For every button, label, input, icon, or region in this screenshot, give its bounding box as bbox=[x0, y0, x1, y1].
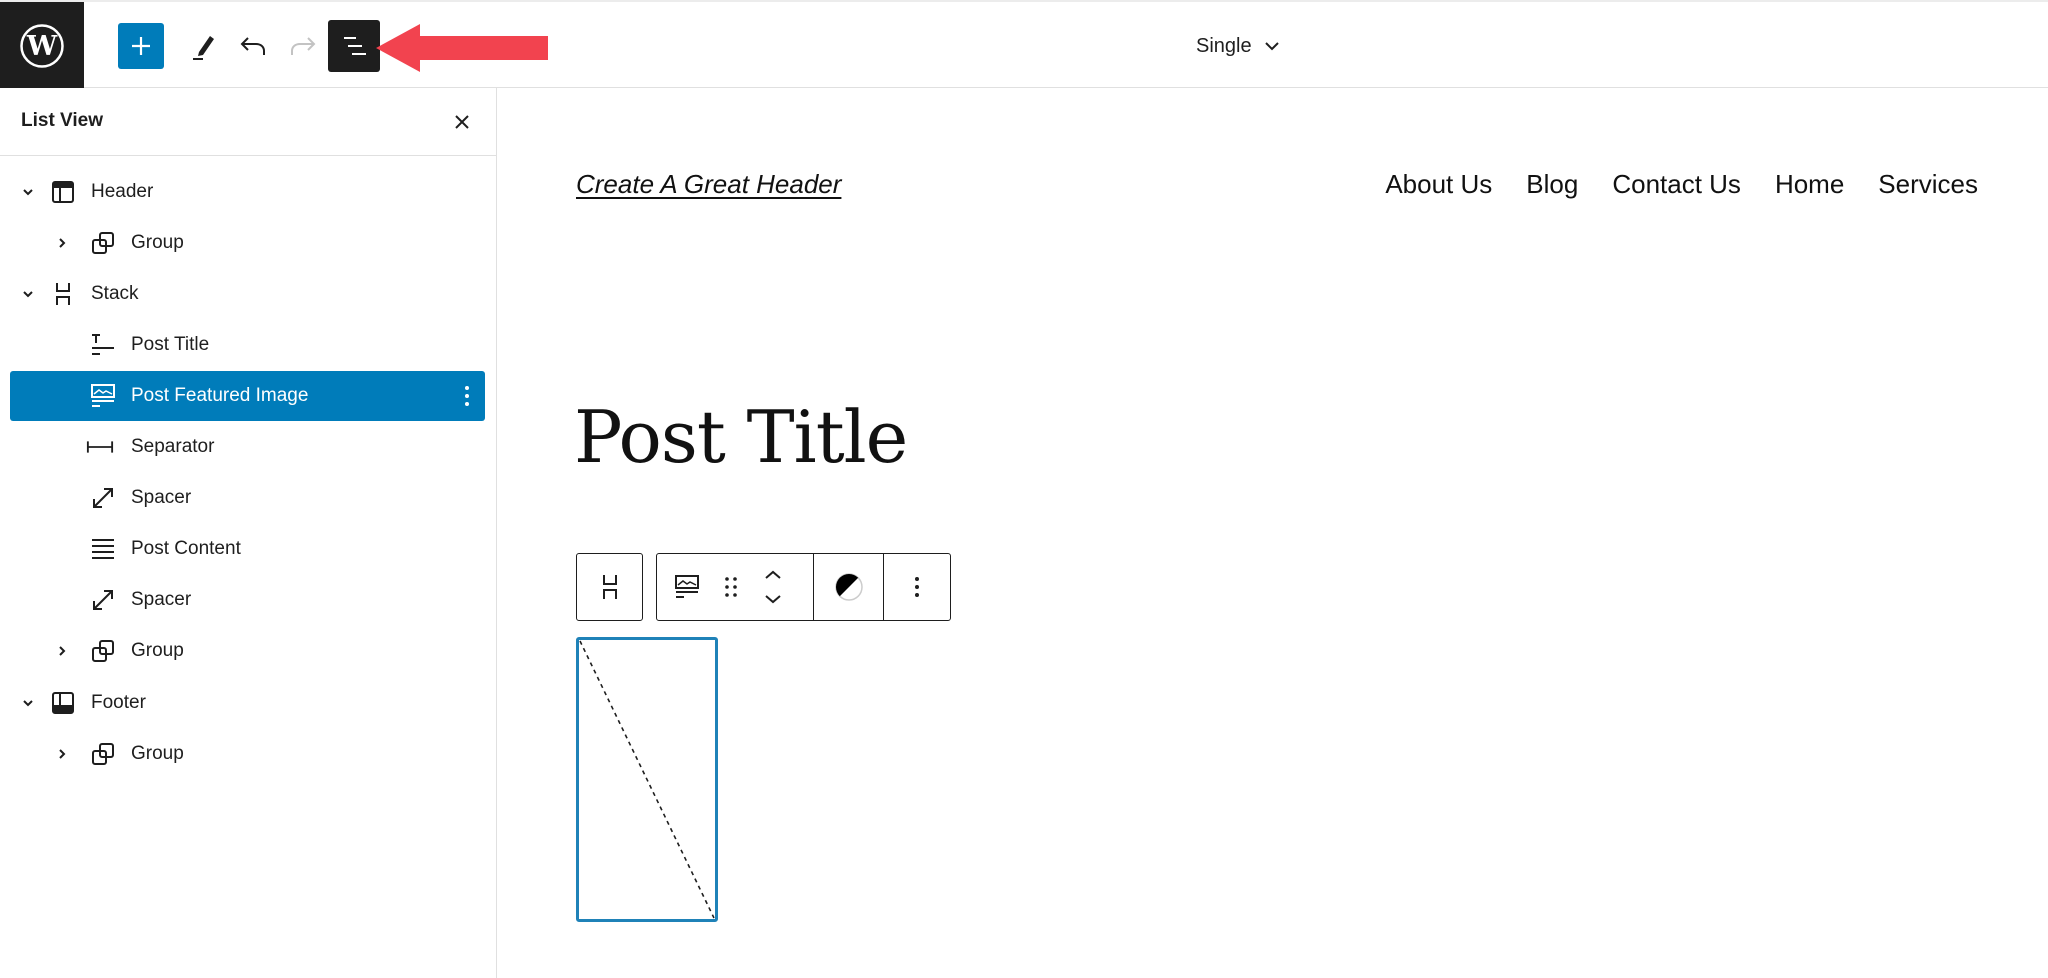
block-inserter-button[interactable] bbox=[118, 23, 164, 69]
annotation-arrow-icon bbox=[376, 24, 548, 72]
post-title-icon bbox=[89, 331, 117, 359]
list-item-label: Footer bbox=[91, 692, 146, 713]
block-toolbar-group-duotone bbox=[813, 554, 883, 620]
document-switcher[interactable]: Single bbox=[1196, 30, 1280, 62]
list-view-button[interactable] bbox=[328, 20, 380, 72]
nav-link-home[interactable]: Home bbox=[1775, 169, 1844, 200]
editor-canvas[interactable]: Create A Great Header About Us Blog Cont… bbox=[498, 89, 2048, 978]
list-item-stack[interactable]: Stack bbox=[10, 269, 485, 319]
list-item-label: Group bbox=[131, 743, 184, 764]
wordpress-logo-button[interactable]: W bbox=[0, 2, 84, 90]
block-options-button[interactable] bbox=[884, 554, 949, 620]
svg-text:W: W bbox=[26, 31, 58, 62]
spacer-icon bbox=[89, 484, 117, 512]
list-item-label: Header bbox=[91, 181, 154, 202]
list-item-header[interactable]: Header bbox=[10, 167, 485, 217]
featured-image-placeholder[interactable] bbox=[576, 637, 718, 922]
close-list-view-button[interactable] bbox=[448, 108, 476, 136]
list-item-label: Post Content bbox=[131, 538, 241, 559]
chevron-right-icon[interactable] bbox=[52, 233, 72, 253]
site-title[interactable]: Create A Great Header bbox=[576, 169, 841, 200]
post-content-icon bbox=[89, 535, 117, 563]
list-view-title: List View bbox=[21, 110, 104, 131]
nav-link-about-us[interactable]: About Us bbox=[1385, 169, 1492, 200]
list-item-group[interactable]: Group bbox=[10, 729, 485, 779]
group-icon bbox=[89, 740, 117, 768]
list-item-label: Spacer bbox=[131, 589, 192, 610]
block-toolbar bbox=[656, 553, 951, 621]
group-icon bbox=[89, 229, 117, 257]
chevron-down-icon[interactable] bbox=[764, 594, 782, 604]
undo-icon bbox=[240, 37, 265, 55]
list-view-panel: List View Header Group Stack Post Title … bbox=[0, 88, 497, 978]
stack-icon bbox=[602, 575, 617, 599]
pencil-icon bbox=[193, 36, 214, 60]
chevron-right-icon[interactable] bbox=[52, 744, 72, 764]
post-featured-image-icon bbox=[675, 575, 699, 598]
stack-icon bbox=[49, 280, 77, 308]
undo-button[interactable] bbox=[232, 24, 274, 68]
separator-icon bbox=[86, 433, 114, 461]
post-featured-image-icon bbox=[89, 382, 117, 410]
chevron-down-icon[interactable] bbox=[18, 693, 38, 713]
list-item-label: Spacer bbox=[131, 487, 192, 508]
footer-template-part-icon bbox=[49, 689, 77, 717]
list-item-label: Separator bbox=[131, 436, 215, 457]
list-view-icon bbox=[344, 37, 366, 55]
chevron-down-icon bbox=[1264, 42, 1279, 51]
redo-icon bbox=[291, 37, 316, 55]
chevron-down-icon[interactable] bbox=[18, 182, 38, 202]
navigation: About Us Blog Contact Us Home Services bbox=[1385, 169, 1978, 200]
list-item-post-featured-image[interactable]: Post Featured Image bbox=[10, 371, 485, 421]
tools-button[interactable] bbox=[182, 24, 224, 68]
wordpress-logo-icon: W bbox=[20, 24, 64, 68]
chevron-down-icon[interactable] bbox=[18, 284, 38, 304]
list-item-label: Post Featured Image bbox=[131, 385, 309, 406]
list-item-label: Group bbox=[131, 640, 184, 661]
drag-handle-icon bbox=[725, 577, 737, 597]
document-switcher-label: Single bbox=[1196, 34, 1252, 57]
list-view-header: List View bbox=[0, 88, 496, 156]
list-item-label: Post Title bbox=[131, 334, 210, 355]
nav-link-contact-us[interactable]: Contact Us bbox=[1612, 169, 1741, 200]
list-item-label: Group bbox=[131, 232, 184, 253]
nav-link-services[interactable]: Services bbox=[1878, 169, 1978, 200]
list-item-group[interactable]: Group bbox=[10, 626, 485, 676]
plus-icon bbox=[132, 37, 150, 55]
chevron-up-icon[interactable] bbox=[764, 570, 782, 580]
block-toolbar-group-block bbox=[657, 554, 813, 620]
list-item-group[interactable]: Group bbox=[10, 218, 485, 268]
close-icon bbox=[455, 115, 469, 129]
more-vertical-icon bbox=[914, 577, 919, 597]
redo-button[interactable] bbox=[282, 24, 324, 68]
editor-top-bar: W Single bbox=[0, 0, 2048, 90]
list-item-post-content[interactable]: Post Content bbox=[10, 524, 485, 574]
list-item-post-title[interactable]: Post Title bbox=[10, 320, 485, 370]
list-item-spacer[interactable]: Spacer bbox=[10, 473, 485, 523]
group-icon bbox=[89, 637, 117, 665]
header-template-part-icon bbox=[49, 178, 77, 206]
drag-handle[interactable] bbox=[717, 554, 745, 620]
list-item-label: Stack bbox=[91, 283, 139, 304]
duotone-button[interactable] bbox=[814, 554, 883, 620]
duotone-icon bbox=[834, 573, 863, 601]
block-toolbar-group-options bbox=[883, 554, 949, 620]
spacer-icon bbox=[89, 586, 117, 614]
list-item-separator[interactable]: Separator bbox=[10, 422, 485, 472]
select-parent-block-button[interactable] bbox=[576, 553, 643, 621]
list-item-footer[interactable]: Footer bbox=[10, 678, 485, 728]
move-buttons bbox=[745, 554, 801, 620]
block-type-button[interactable] bbox=[657, 554, 717, 620]
more-vertical-icon[interactable] bbox=[461, 384, 473, 408]
list-item-spacer[interactable]: Spacer bbox=[10, 575, 485, 625]
chevron-right-icon[interactable] bbox=[52, 641, 72, 661]
post-title-block[interactable]: Post Title bbox=[574, 395, 908, 479]
placeholder-diagonal-line bbox=[579, 640, 715, 919]
nav-link-blog[interactable]: Blog bbox=[1526, 169, 1578, 200]
